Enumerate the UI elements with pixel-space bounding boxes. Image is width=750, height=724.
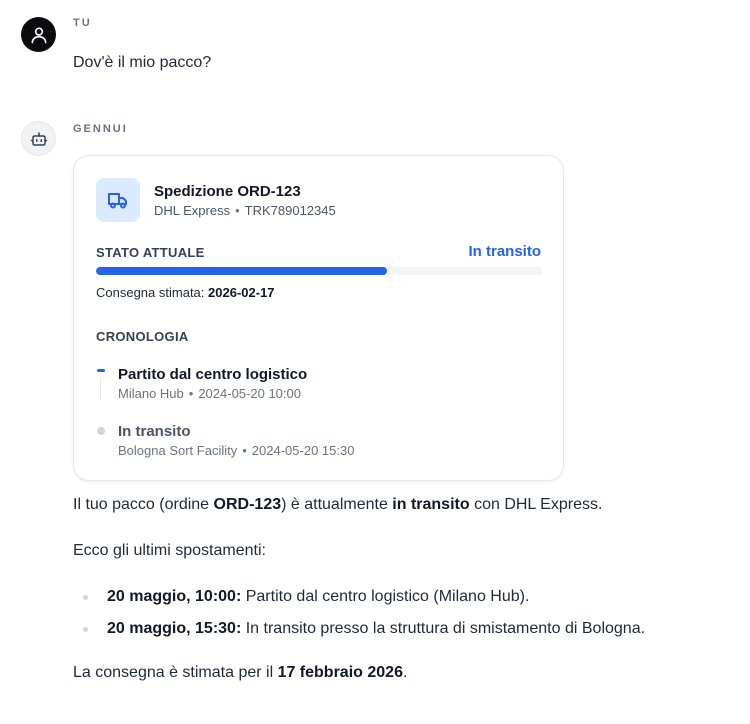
- list-item-time: 20 maggio, 10:00:: [107, 588, 242, 605]
- event-location: Milano Hub: [118, 386, 184, 401]
- assistant-author-label: GENNUI: [73, 123, 128, 135]
- bullet-dot: [83, 595, 88, 600]
- chat-page: TU Dov'è il mio pacco? GENNUI Spedizione…: [0, 0, 750, 724]
- event-time: 2024-05-20 10:00: [198, 386, 301, 401]
- event-location: Bologna Sort Facility: [118, 443, 238, 458]
- bullet-dot: [83, 627, 88, 632]
- answer-text: ) è attualmente: [281, 496, 393, 513]
- timeline-event-detail: Milano Hub • 2024-05-20 10:00: [118, 386, 301, 401]
- list-item-text: Partito dal centro logistico (Milano Hub…: [241, 588, 530, 605]
- timeline-active-marker: [97, 369, 105, 372]
- order-id: ORD-123: [213, 496, 282, 513]
- timeline-event-title: In transito: [118, 423, 191, 440]
- user-icon: [31, 27, 47, 43]
- user-author-label: TU: [73, 17, 92, 29]
- estimated-delivery: Consegna stimata: 2026-02-17: [96, 285, 275, 300]
- status-label: STATO ATTUALE: [96, 245, 205, 260]
- shipment-title: Spedizione ORD-123: [154, 183, 301, 200]
- answer-paragraph: Ecco gli ultimi spostamenti:: [73, 542, 266, 559]
- robot-icon: [30, 131, 47, 146]
- truck-icon: [108, 193, 127, 209]
- shipment-card: Spedizione ORD-123 DHL Express • TRK7890…: [73, 155, 564, 481]
- movement-list: 20 maggio, 10:00: Partito dal centro log…: [73, 587, 723, 651]
- status-emphasis: in transito: [392, 496, 470, 513]
- timeline-event-detail: Bologna Sort Facility • 2024-05-20 15:30: [118, 443, 354, 458]
- list-item: 20 maggio, 15:30: In transito presso la …: [73, 619, 723, 651]
- answer-paragraph: Il tuo pacco (ordine ORD-123) è attualme…: [73, 495, 723, 515]
- list-item-time: 20 maggio, 15:30:: [107, 620, 242, 637]
- progress-bar: [96, 267, 543, 275]
- event-time: 2024-05-20 15:30: [251, 443, 355, 458]
- timeline-event-title: Partito dal centro logistico: [118, 366, 308, 383]
- carrier-name: DHL Express: [154, 203, 231, 218]
- assistant-avatar: [21, 121, 56, 156]
- list-item-text: In transito presso la struttura di smist…: [241, 620, 646, 637]
- eta-label: Consegna stimata:: [96, 285, 205, 300]
- separator-dot: •: [188, 386, 194, 401]
- status-value: In transito: [468, 243, 541, 260]
- answer-text: Il tuo pacco (ordine: [73, 496, 214, 513]
- answer-paragraph: La consegna è stimata per il 17 febbraio…: [73, 663, 723, 683]
- answer-text: con DHL Express.: [469, 496, 603, 513]
- timeline-connector: [100, 378, 101, 399]
- user-avatar: [21, 17, 56, 52]
- shipment-icon-box: [96, 178, 140, 222]
- answer-text: La consegna è stimata per il: [73, 664, 278, 681]
- tracking-number: TRK789012345: [244, 203, 336, 218]
- list-item: 20 maggio, 10:00: Partito dal centro log…: [73, 587, 723, 619]
- separator-dot: •: [242, 443, 247, 458]
- separator-dot: •: [235, 203, 240, 218]
- user-message-text: Dov'è il mio pacco?: [73, 54, 212, 71]
- answer-text: .: [402, 664, 408, 681]
- delivery-date: 17 febbraio 2026: [277, 664, 403, 681]
- progress-fill: [96, 267, 387, 275]
- timeline-inactive-dot: [97, 427, 105, 435]
- eta-value: 2026-02-17: [208, 285, 275, 300]
- shipment-subtitle: DHL Express • TRK789012345: [154, 203, 336, 218]
- timeline-label: CRONOLOGIA: [96, 329, 189, 344]
